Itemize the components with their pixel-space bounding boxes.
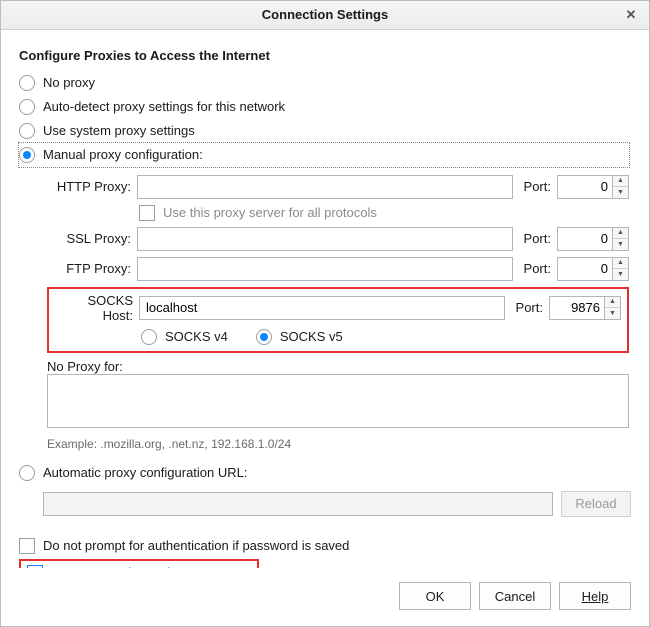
option-no-proxy[interactable]: No proxy [19,71,631,95]
option-pac-label: Automatic proxy configuration URL: [43,465,247,480]
spinner-down-icon[interactable]: ▼ [613,268,628,280]
radio-pac[interactable] [19,465,35,481]
ftp-proxy-host-input[interactable] [137,257,513,281]
ssl-proxy-label: SSL Proxy: [47,231,131,246]
radio-socks-v5[interactable] [256,329,272,345]
spinner-down-icon[interactable]: ▼ [605,307,620,319]
ssl-port-label: Port: [519,231,551,246]
dialog-content: Configure Proxies to Access the Internet… [1,30,649,568]
ftp-port-label: Port: [519,261,551,276]
ssl-port-input[interactable] [557,227,613,251]
http-port-spinner[interactable]: ▲ ▼ [613,175,629,199]
radio-no-proxy[interactable] [19,75,35,91]
no-prompt-row[interactable]: Do not prompt for authentication if pass… [19,533,631,559]
option-auto-detect-label: Auto-detect proxy settings for this netw… [43,99,285,114]
option-manual-proxy[interactable]: Manual proxy configuration: [19,143,629,167]
use-for-all-label: Use this proxy server for all protocols [163,205,377,220]
ftp-port-input[interactable] [557,257,613,281]
http-port-label: Port: [519,179,551,194]
socks-port-wrap: ▲ ▼ [549,296,621,320]
spinner-up-icon[interactable]: ▲ [613,176,628,187]
reload-button[interactable]: Reload [561,491,631,517]
pac-row: Reload [43,491,631,517]
radio-system-proxy[interactable] [19,123,35,139]
ftp-proxy-label: FTP Proxy: [47,261,131,276]
proxy-dns-row[interactable]: Proxy DNS when using SOCKS v5 [19,559,631,568]
option-pac[interactable]: Automatic proxy configuration URL: [19,461,631,485]
http-proxy-row: HTTP Proxy: Port: ▲ ▼ [47,175,629,199]
spinner-up-icon[interactable]: ▲ [605,297,620,308]
option-system-proxy[interactable]: Use system proxy settings [19,119,631,143]
http-port-input[interactable] [557,175,613,199]
socks-proxy-row: SOCKS Host: Port: ▲ ▼ [55,293,621,323]
help-button-label: Help [582,589,609,604]
socks-host-label: SOCKS Host: [55,293,133,323]
titlebar: Connection Settings ✕ [1,1,649,30]
socks-v5-label: SOCKS v5 [280,329,343,344]
option-manual-proxy-label: Manual proxy configuration: [43,147,203,162]
no-prompt-checkbox[interactable] [19,538,35,554]
ssl-port-spinner[interactable]: ▲ ▼ [613,227,629,251]
socks-v4-label: SOCKS v4 [165,329,228,344]
help-button[interactable]: Help [559,582,631,610]
spinner-down-icon[interactable]: ▼ [613,186,628,198]
connection-settings-dialog: Connection Settings ✕ Configure Proxies … [0,0,650,627]
dialog-button-bar: OK Cancel Help [1,568,649,626]
window-title: Connection Settings [262,7,388,22]
option-system-proxy-label: Use system proxy settings [43,123,195,138]
no-proxy-for-label: No Proxy for: [47,359,629,374]
socks-port-spinner[interactable]: ▲ ▼ [605,296,621,320]
http-port-wrap: ▲ ▼ [557,175,629,199]
ftp-proxy-row: FTP Proxy: Port: ▲ ▼ [47,257,629,281]
manual-proxy-group: HTTP Proxy: Port: ▲ ▼ Use this proxy ser… [45,167,631,461]
radio-auto-detect[interactable] [19,99,35,115]
http-proxy-label: HTTP Proxy: [47,179,131,194]
socks-version-row: SOCKS v4 SOCKS v5 [141,329,621,345]
ftp-port-wrap: ▲ ▼ [557,257,629,281]
socks-port-label: Port: [511,300,543,315]
socks-host-input[interactable] [139,296,505,320]
proxy-dns-highlight: Proxy DNS when using SOCKS v5 [19,559,259,568]
spinner-up-icon[interactable]: ▲ [613,258,628,269]
ssl-port-wrap: ▲ ▼ [557,227,629,251]
spinner-down-icon[interactable]: ▼ [613,238,628,250]
http-proxy-host-input[interactable] [137,175,513,199]
ssl-proxy-row: SSL Proxy: Port: ▲ ▼ [47,227,629,251]
use-for-all-checkbox[interactable] [139,205,155,221]
spinner-up-icon[interactable]: ▲ [613,228,628,239]
pac-url-input[interactable] [43,492,553,516]
ssl-proxy-host-input[interactable] [137,227,513,251]
radio-socks-v4[interactable] [141,329,157,345]
ftp-port-spinner[interactable]: ▲ ▼ [613,257,629,281]
no-proxy-example: Example: .mozilla.org, .net.nz, 192.168.… [47,437,629,451]
radio-manual-proxy[interactable] [19,147,35,163]
ok-button[interactable]: OK [399,582,471,610]
cancel-button[interactable]: Cancel [479,582,551,610]
bottom-options: Do not prompt for authentication if pass… [19,533,631,568]
option-auto-detect[interactable]: Auto-detect proxy settings for this netw… [19,95,631,119]
close-icon[interactable]: ✕ [621,1,641,29]
no-proxy-for-textarea[interactable] [47,374,629,428]
socks-port-input[interactable] [549,296,605,320]
use-for-all-row[interactable]: Use this proxy server for all protocols [139,205,629,221]
socks-highlight-box: SOCKS Host: Port: ▲ ▼ SOCKS v4 [47,287,629,353]
section-heading: Configure Proxies to Access the Internet [19,48,631,63]
option-no-proxy-label: No proxy [43,75,95,90]
no-prompt-label: Do not prompt for authentication if pass… [43,538,349,553]
